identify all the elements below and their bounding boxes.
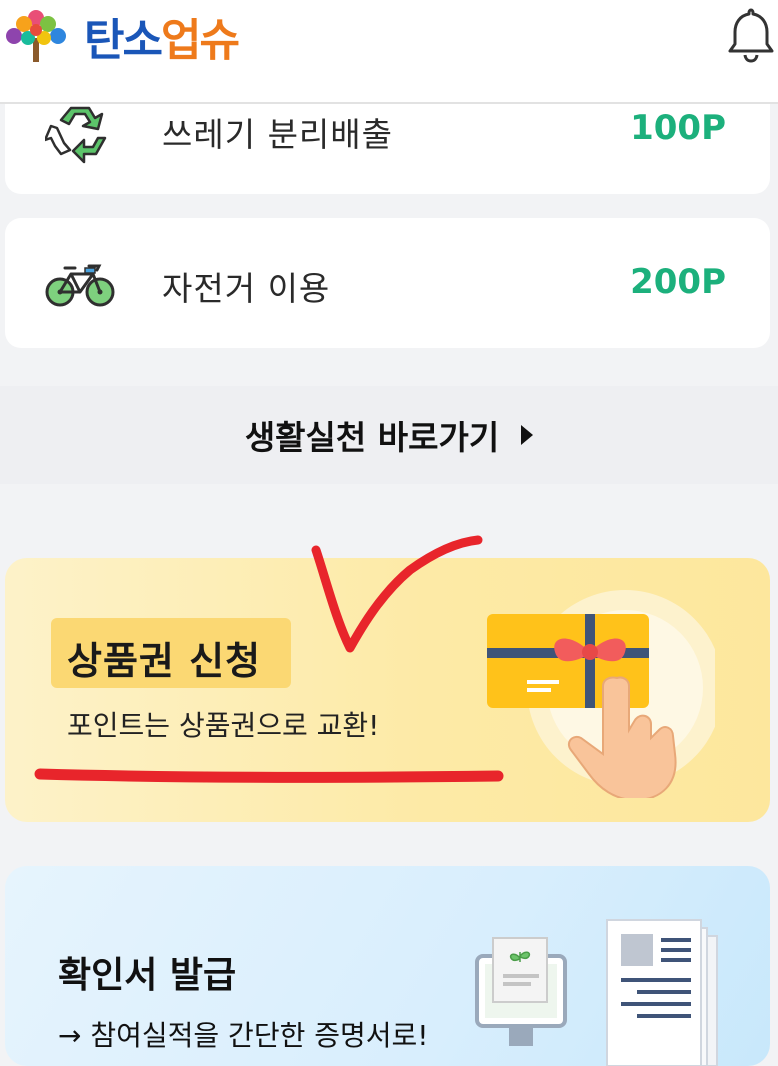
app-title-part2: 업슈	[160, 15, 240, 66]
app-header: 탄소업슈	[0, 0, 778, 104]
voucher-request-banner[interactable]: 상품권 신청 포인트는 상품권으로 교환!	[5, 558, 770, 822]
tree-logo-icon	[6, 10, 66, 62]
bell-icon[interactable]	[726, 6, 776, 64]
document-icon	[475, 919, 718, 1066]
app-title: 탄소업슈	[84, 4, 240, 68]
activity-points: 100P	[630, 108, 726, 148]
voucher-title: 상품권 신청	[67, 639, 262, 683]
activity-label: 쓰레기 분리배출	[162, 115, 394, 154]
activity-card-bicycle[interactable]: 자전거 이용 200P	[5, 218, 770, 348]
life-practice-shortcut-link[interactable]: 생활실천 바로가기	[0, 386, 778, 484]
certificate-subtitle: → 참여실적을 간단한 증명서로!	[58, 1019, 429, 1052]
bicycle-icon	[45, 264, 115, 307]
gift-card-icon	[487, 590, 715, 798]
activity-points: 200P	[630, 262, 726, 302]
recycle-icon	[45, 106, 107, 164]
voucher-subtitle: 포인트는 상품권으로 교환!	[67, 709, 380, 742]
certificate-title: 확인서 발급	[58, 955, 237, 996]
certificate-issue-banner[interactable]: 확인서 발급 → 참여실적을 간단한 증명서로!	[5, 866, 770, 1066]
activity-label: 자전거 이용	[162, 269, 331, 308]
triangle-right-icon	[521, 425, 534, 445]
app-title-part1: 탄소	[84, 15, 163, 66]
shortcut-label: 생활실천 바로가기	[244, 418, 500, 457]
app-logo[interactable]: 탄소업슈	[2, 4, 240, 68]
